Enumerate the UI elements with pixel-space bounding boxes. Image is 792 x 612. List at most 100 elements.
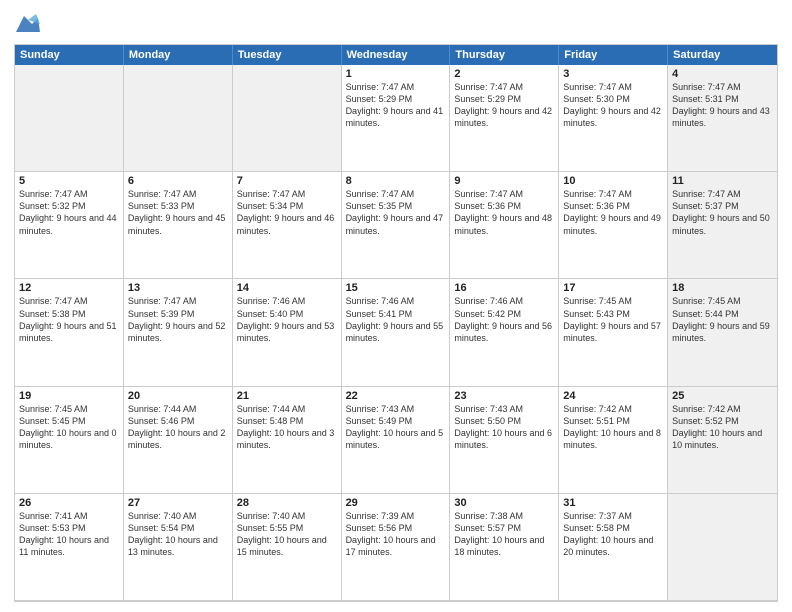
day-number: 3 [563,68,663,80]
cal-cell: 22Sunrise: 7:43 AM Sunset: 5:49 PM Dayli… [342,387,451,494]
cell-info: Sunrise: 7:46 AM Sunset: 5:42 PM Dayligh… [454,295,554,344]
day-number: 1 [346,68,446,80]
cell-info: Sunrise: 7:45 AM Sunset: 5:44 PM Dayligh… [672,295,773,344]
cal-cell: 15Sunrise: 7:46 AM Sunset: 5:41 PM Dayli… [342,279,451,386]
cell-info: Sunrise: 7:46 AM Sunset: 5:41 PM Dayligh… [346,295,446,344]
day-number: 29 [346,497,446,509]
day-number: 23 [454,390,554,402]
cal-cell: 18Sunrise: 7:45 AM Sunset: 5:44 PM Dayli… [668,279,777,386]
cal-cell [668,494,777,601]
cal-cell [15,65,124,172]
cell-info: Sunrise: 7:45 AM Sunset: 5:45 PM Dayligh… [19,403,119,452]
cal-cell: 23Sunrise: 7:43 AM Sunset: 5:50 PM Dayli… [450,387,559,494]
day-number: 18 [672,282,773,294]
cal-cell [233,65,342,172]
cell-info: Sunrise: 7:42 AM Sunset: 5:51 PM Dayligh… [563,403,663,452]
cell-info: Sunrise: 7:47 AM Sunset: 5:39 PM Dayligh… [128,295,228,344]
day-number: 11 [672,175,773,187]
logo [14,10,46,38]
cell-info: Sunrise: 7:44 AM Sunset: 5:46 PM Dayligh… [128,403,228,452]
day-number: 9 [454,175,554,187]
cell-info: Sunrise: 7:47 AM Sunset: 5:36 PM Dayligh… [563,188,663,237]
cell-info: Sunrise: 7:42 AM Sunset: 5:52 PM Dayligh… [672,403,773,452]
cell-info: Sunrise: 7:43 AM Sunset: 5:50 PM Dayligh… [454,403,554,452]
cell-info: Sunrise: 7:46 AM Sunset: 5:40 PM Dayligh… [237,295,337,344]
day-number: 8 [346,175,446,187]
day-number: 16 [454,282,554,294]
cell-info: Sunrise: 7:44 AM Sunset: 5:48 PM Dayligh… [237,403,337,452]
cell-info: Sunrise: 7:40 AM Sunset: 5:55 PM Dayligh… [237,510,337,559]
weekday-header-friday: Friday [559,45,668,65]
cell-info: Sunrise: 7:47 AM Sunset: 5:32 PM Dayligh… [19,188,119,237]
cal-cell: 16Sunrise: 7:46 AM Sunset: 5:42 PM Dayli… [450,279,559,386]
weekday-header-tuesday: Tuesday [233,45,342,65]
day-number: 24 [563,390,663,402]
cal-cell [124,65,233,172]
weekday-header-thursday: Thursday [450,45,559,65]
cal-cell: 2Sunrise: 7:47 AM Sunset: 5:29 PM Daylig… [450,65,559,172]
day-number: 26 [19,497,119,509]
weekday-header-monday: Monday [124,45,233,65]
cell-info: Sunrise: 7:41 AM Sunset: 5:53 PM Dayligh… [19,510,119,559]
cal-cell: 4Sunrise: 7:47 AM Sunset: 5:31 PM Daylig… [668,65,777,172]
cal-cell: 29Sunrise: 7:39 AM Sunset: 5:56 PM Dayli… [342,494,451,601]
cal-cell: 28Sunrise: 7:40 AM Sunset: 5:55 PM Dayli… [233,494,342,601]
cal-cell: 7Sunrise: 7:47 AM Sunset: 5:34 PM Daylig… [233,172,342,279]
cell-info: Sunrise: 7:38 AM Sunset: 5:57 PM Dayligh… [454,510,554,559]
day-number: 14 [237,282,337,294]
day-number: 25 [672,390,773,402]
cell-info: Sunrise: 7:45 AM Sunset: 5:43 PM Dayligh… [563,295,663,344]
weekday-header-sunday: Sunday [15,45,124,65]
cal-cell: 20Sunrise: 7:44 AM Sunset: 5:46 PM Dayli… [124,387,233,494]
day-number: 10 [563,175,663,187]
cal-cell: 3Sunrise: 7:47 AM Sunset: 5:30 PM Daylig… [559,65,668,172]
cell-info: Sunrise: 7:40 AM Sunset: 5:54 PM Dayligh… [128,510,228,559]
cal-cell: 6Sunrise: 7:47 AM Sunset: 5:33 PM Daylig… [124,172,233,279]
day-number: 2 [454,68,554,80]
cell-info: Sunrise: 7:37 AM Sunset: 5:58 PM Dayligh… [563,510,663,559]
day-number: 17 [563,282,663,294]
cal-cell: 26Sunrise: 7:41 AM Sunset: 5:53 PM Dayli… [15,494,124,601]
cal-cell: 25Sunrise: 7:42 AM Sunset: 5:52 PM Dayli… [668,387,777,494]
cell-info: Sunrise: 7:47 AM Sunset: 5:30 PM Dayligh… [563,81,663,130]
cal-cell: 14Sunrise: 7:46 AM Sunset: 5:40 PM Dayli… [233,279,342,386]
day-number: 7 [237,175,337,187]
day-number: 22 [346,390,446,402]
day-number: 21 [237,390,337,402]
logo-icon [14,10,42,38]
cal-cell: 1Sunrise: 7:47 AM Sunset: 5:29 PM Daylig… [342,65,451,172]
cal-cell: 9Sunrise: 7:47 AM Sunset: 5:36 PM Daylig… [450,172,559,279]
cell-info: Sunrise: 7:47 AM Sunset: 5:37 PM Dayligh… [672,188,773,237]
cal-cell: 30Sunrise: 7:38 AM Sunset: 5:57 PM Dayli… [450,494,559,601]
cell-info: Sunrise: 7:43 AM Sunset: 5:49 PM Dayligh… [346,403,446,452]
cal-cell: 11Sunrise: 7:47 AM Sunset: 5:37 PM Dayli… [668,172,777,279]
calendar-grid: 1 Sunrise: 7:47 AM Sunset: 5:29 PM Daylig… [15,65,777,601]
day-number: 19 [19,390,119,402]
day-number: 5 [19,175,119,187]
day-number: 31 [563,497,663,509]
cal-cell: 24Sunrise: 7:42 AM Sunset: 5:51 PM Dayli… [559,387,668,494]
cell-info: Sunrise: 7:47 AM Sunset: 5:29 PM Dayligh… [454,81,554,130]
cal-cell: 13Sunrise: 7:47 AM Sunset: 5:39 PM Dayli… [124,279,233,386]
calendar-header: SundayMondayTuesdayWednesdayThursdayFrid… [15,45,777,65]
cal-cell: 21Sunrise: 7:44 AM Sunset: 5:48 PM Dayli… [233,387,342,494]
weekday-header-wednesday: Wednesday [342,45,451,65]
day-number: 27 [128,497,228,509]
day-number: 20 [128,390,228,402]
day-number: 30 [454,497,554,509]
calendar: SundayMondayTuesdayWednesdayThursdayFrid… [14,44,778,602]
cal-cell: 19Sunrise: 7:45 AM Sunset: 5:45 PM Dayli… [15,387,124,494]
day-number: 28 [237,497,337,509]
cell-info: Sunrise: 7:47 AM Sunset: 5:34 PM Dayligh… [237,188,337,237]
page: SundayMondayTuesdayWednesdayThursdayFrid… [0,0,792,612]
cal-cell: 27Sunrise: 7:40 AM Sunset: 5:54 PM Dayli… [124,494,233,601]
day-number: 13 [128,282,228,294]
day-number: 15 [346,282,446,294]
cell-info: Sunrise: 7:47 AM Sunset: 5:33 PM Dayligh… [128,188,228,237]
cell-info: Sunrise: 7:47 AM Sunset: 5:36 PM Dayligh… [454,188,554,237]
header [14,10,778,38]
cal-cell: 12Sunrise: 7:47 AM Sunset: 5:38 PM Dayli… [15,279,124,386]
day-number: 6 [128,175,228,187]
cell-info: Sunrise: 7:47 AM Sunset: 5:31 PM Dayligh… [672,81,773,130]
cal-cell: 10Sunrise: 7:47 AM Sunset: 5:36 PM Dayli… [559,172,668,279]
